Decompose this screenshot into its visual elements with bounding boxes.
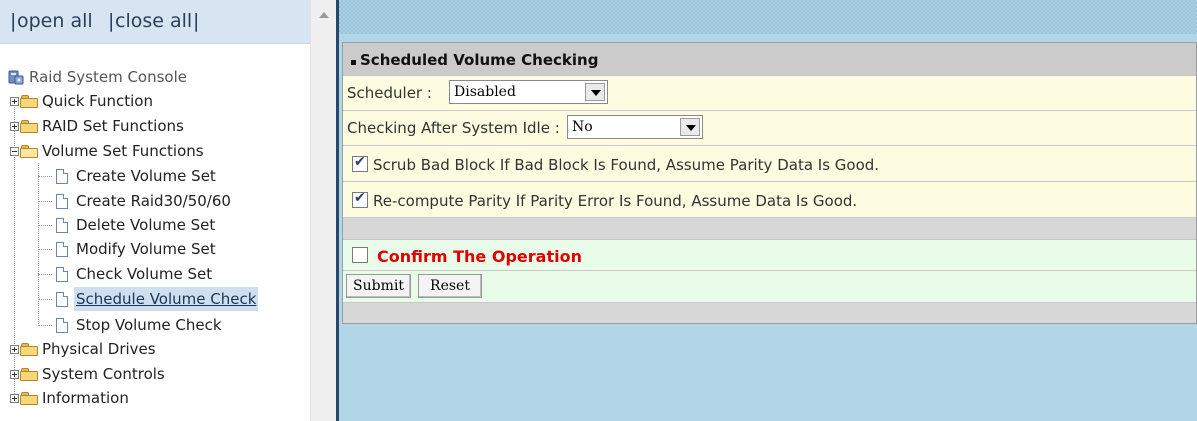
scheduler-value: Disabled bbox=[454, 84, 516, 100]
tree-connector bbox=[38, 249, 52, 250]
folder-icon bbox=[20, 95, 39, 108]
idle-row: Checking After System Idle : No bbox=[343, 111, 1196, 146]
tree-item-label: Modify Volume Set bbox=[76, 240, 216, 258]
tree-item-label: Stop Volume Check bbox=[76, 316, 222, 334]
idle-value: No bbox=[572, 119, 593, 135]
folder-icon bbox=[20, 120, 39, 133]
expand-icon[interactable] bbox=[10, 345, 19, 354]
tree-item-check-volume-set[interactable]: Check Volume Set bbox=[38, 262, 308, 286]
scheduler-row: Scheduler : Disabled bbox=[343, 76, 1196, 111]
separator: | bbox=[10, 10, 17, 32]
tree-item-schedule-volume-check[interactable]: Schedule Volume Check bbox=[38, 287, 308, 311]
chevron-down-icon[interactable] bbox=[680, 118, 700, 136]
folder-icon bbox=[20, 392, 39, 405]
button-row: Submit Reset bbox=[343, 271, 1196, 303]
submit-button[interactable]: Submit bbox=[346, 274, 411, 298]
tree-folder-label: RAID Set Functions bbox=[42, 117, 184, 135]
bullet-icon bbox=[351, 60, 356, 65]
document-icon bbox=[56, 267, 68, 282]
expand-icon[interactable] bbox=[10, 122, 19, 131]
scroll-up-arrow-icon[interactable] bbox=[319, 12, 329, 18]
tree-item-create-raid30-50-60[interactable]: Create Raid30/50/60 bbox=[38, 189, 308, 213]
server-console-icon bbox=[8, 70, 24, 85]
tree-root[interactable]: Raid System Console bbox=[8, 65, 308, 89]
separator: | bbox=[193, 10, 200, 32]
tree-connector bbox=[38, 176, 52, 177]
idle-label: Checking After System Idle : bbox=[347, 119, 560, 137]
scrub-row: Scrub Bad Block If Bad Block Is Found, A… bbox=[343, 146, 1196, 182]
tree-item-label-selected: Schedule Volume Check bbox=[74, 287, 259, 311]
idle-select[interactable]: No bbox=[567, 115, 703, 139]
confirm-label: Confirm The Operation bbox=[377, 247, 582, 266]
folder-icon bbox=[20, 343, 39, 356]
document-icon bbox=[56, 292, 68, 307]
document-icon bbox=[56, 218, 68, 233]
document-icon bbox=[56, 194, 68, 209]
recompute-label: Re-compute Parity If Parity Error Is Fou… bbox=[373, 192, 858, 210]
confirm-checkbox[interactable] bbox=[352, 247, 368, 263]
tree-folder-label: Quick Function bbox=[42, 92, 153, 110]
document-icon bbox=[56, 242, 68, 257]
document-icon bbox=[56, 318, 68, 333]
tree-folder-raid-set-functions[interactable]: RAID Set Functions bbox=[8, 114, 308, 138]
footer-row bbox=[343, 303, 1196, 323]
tree-item-delete-volume-set[interactable]: Delete Volume Set bbox=[38, 213, 308, 237]
form-header: Scheduled Volume Checking bbox=[343, 43, 1196, 76]
folder-icon bbox=[20, 368, 39, 381]
tree-item-label: Check Volume Set bbox=[76, 265, 213, 283]
tree-folder-system-controls[interactable]: System Controls bbox=[8, 362, 308, 386]
tree-folder-quick-function[interactable]: Quick Function bbox=[8, 89, 308, 113]
folder-open-icon bbox=[20, 145, 39, 158]
reset-button[interactable]: Reset bbox=[418, 274, 482, 298]
open-all-link[interactable]: open all bbox=[17, 10, 93, 32]
tree-connector bbox=[38, 201, 52, 202]
chevron-down-icon[interactable] bbox=[585, 83, 605, 101]
collapse-icon[interactable] bbox=[10, 147, 19, 156]
tree-connector bbox=[38, 299, 52, 300]
recompute-checkbox[interactable] bbox=[352, 190, 368, 208]
tree-folder-volume-set-functions[interactable]: Volume Set Functions bbox=[8, 139, 308, 163]
spacer-row bbox=[343, 218, 1196, 240]
tree-folder-information[interactable]: Information bbox=[8, 386, 308, 410]
scheduled-volume-checking-form: Scheduled Volume Checking Scheduler : Di… bbox=[342, 42, 1197, 324]
tree-connector bbox=[38, 325, 52, 326]
banner-pattern bbox=[339, 0, 1197, 34]
tree-item-label: Delete Volume Set bbox=[76, 216, 216, 234]
tree-item-stop-volume-check[interactable]: Stop Volume Check bbox=[38, 313, 308, 337]
navigation-frame: | open all | close all | Raid System Con… bbox=[0, 0, 310, 421]
tree-item-modify-volume-set[interactable]: Modify Volume Set bbox=[38, 237, 308, 261]
scrub-label: Scrub Bad Block If Bad Block Is Found, A… bbox=[373, 156, 880, 174]
tree-item-label: Create Volume Set bbox=[76, 167, 216, 185]
tree-item-create-volume-set[interactable]: Create Volume Set bbox=[38, 164, 308, 188]
scheduler-select[interactable]: Disabled bbox=[449, 80, 608, 104]
close-all-link[interactable]: close all bbox=[115, 10, 192, 32]
tree-connector bbox=[38, 274, 52, 275]
tree-connector bbox=[38, 225, 52, 226]
tree-folder-physical-drives[interactable]: Physical Drives bbox=[8, 337, 308, 361]
nav-scrollbar[interactable] bbox=[310, 0, 336, 421]
form-title: Scheduled Volume Checking bbox=[360, 51, 599, 69]
tree-toolbar: | open all | close all | bbox=[0, 0, 310, 44]
confirm-row: Confirm The Operation bbox=[343, 240, 1196, 271]
scrub-checkbox[interactable] bbox=[352, 154, 368, 172]
expand-icon[interactable] bbox=[10, 370, 19, 379]
tree-folder-label: System Controls bbox=[42, 365, 165, 383]
tree-folder-label: Physical Drives bbox=[42, 340, 156, 358]
expand-icon[interactable] bbox=[10, 97, 19, 106]
recompute-row: Re-compute Parity If Parity Error Is Fou… bbox=[343, 182, 1196, 218]
expand-icon[interactable] bbox=[10, 394, 19, 403]
content-frame: Scheduled Volume Checking Scheduler : Di… bbox=[336, 0, 1197, 421]
scheduler-label: Scheduler : bbox=[347, 84, 432, 102]
tree-root-label: Raid System Console bbox=[29, 68, 187, 86]
separator: | bbox=[108, 10, 115, 32]
tree-folder-label: Volume Set Functions bbox=[42, 142, 204, 160]
tree-item-label: Create Raid30/50/60 bbox=[76, 192, 231, 210]
tree-folder-label: Information bbox=[42, 389, 129, 407]
document-icon bbox=[56, 169, 68, 184]
